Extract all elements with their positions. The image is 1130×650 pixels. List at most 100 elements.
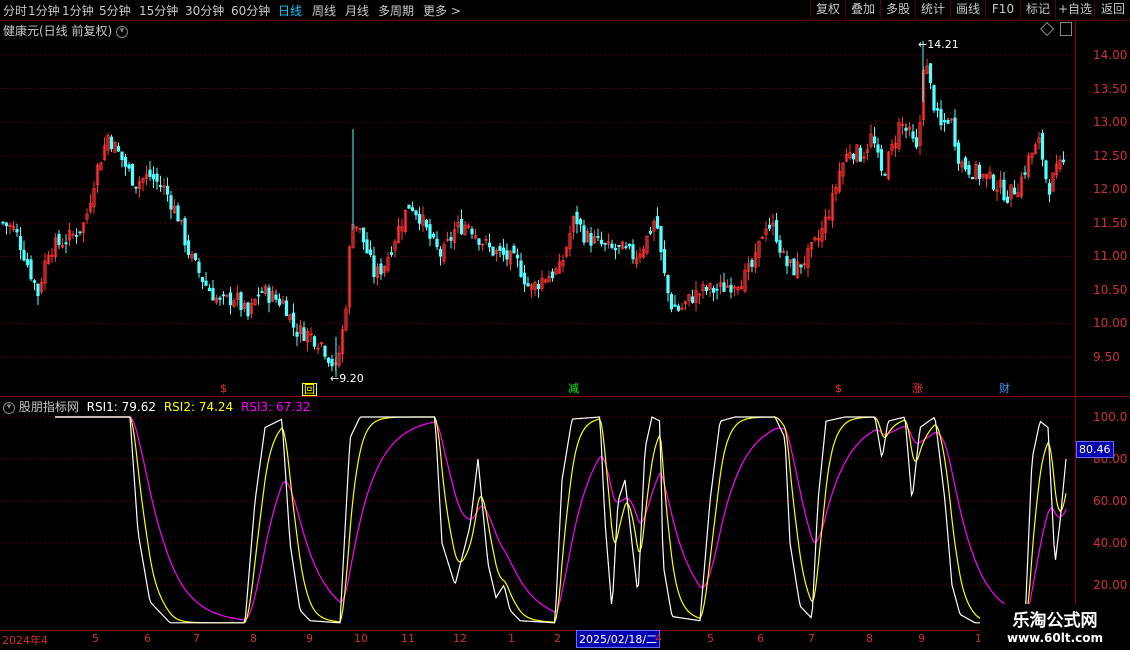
- f10-button[interactable]: F10: [985, 0, 1020, 19]
- candle-body: [603, 242, 607, 245]
- candle-body: [729, 284, 733, 293]
- candle-body: [939, 109, 943, 126]
- candle-body: [575, 211, 579, 225]
- candle-body: [655, 216, 660, 229]
- rsi-chart[interactable]: [0, 397, 1075, 630]
- candle-body: [330, 358, 334, 367]
- candle-body: [221, 294, 226, 297]
- candle-body: [127, 164, 131, 169]
- high-price-annotation: ←14.21: [918, 38, 959, 51]
- candlestick-chart[interactable]: [0, 20, 1075, 396]
- candle-body: [911, 131, 915, 139]
- adjust-button[interactable]: 复权: [810, 0, 845, 19]
- candle-body: [935, 108, 940, 111]
- tab-60min[interactable]: 60分钟: [231, 2, 270, 19]
- candle-body: [977, 164, 982, 180]
- candle-body: [109, 136, 114, 150]
- mark-button[interactable]: 标记: [1020, 0, 1055, 19]
- tab-15min[interactable]: 15分钟: [139, 2, 178, 19]
- candle-body: [438, 248, 443, 257]
- candle-body: [410, 207, 415, 211]
- event-marker-zhang[interactable]: 涨: [911, 382, 924, 395]
- event-marker-dollar[interactable]: $: [834, 382, 843, 395]
- candle-body: [858, 147, 863, 162]
- candle-body: [505, 250, 509, 260]
- tab-monthly[interactable]: 月线: [345, 2, 369, 19]
- candle-body: [277, 298, 282, 306]
- event-marker-jian[interactable]: 减: [567, 382, 580, 395]
- candle-body: [158, 185, 163, 187]
- candle-body: [512, 245, 516, 254]
- candle-body: [183, 218, 187, 246]
- watermark: 乐淘公式网 www.60lt.com: [980, 604, 1130, 650]
- tab-weekly[interactable]: 周线: [312, 2, 336, 19]
- candle-body: [967, 165, 971, 175]
- candle-body: [22, 249, 26, 261]
- tab-daily[interactable]: 日线: [278, 2, 302, 19]
- tab-multi-period[interactable]: 多周期: [378, 2, 414, 19]
- candle-body: [792, 258, 796, 276]
- event-marker-cai[interactable]: 财: [998, 382, 1011, 395]
- date-label: 4: [655, 632, 662, 645]
- candle-body: [165, 185, 170, 195]
- candle-body: [610, 243, 614, 248]
- candle-body: [1002, 179, 1006, 201]
- back-button[interactable]: 返回: [1094, 0, 1130, 19]
- candle-body: [204, 280, 208, 286]
- candle-body: [295, 331, 299, 337]
- tab-1min[interactable]: 1分钟: [28, 2, 60, 19]
- candle-body: [704, 286, 709, 291]
- date-label: 2: [554, 632, 561, 645]
- candle-body: [4, 222, 9, 227]
- price-tick-label: 12.50: [1093, 149, 1128, 163]
- candle-body: [578, 219, 583, 225]
- candle-body: [536, 284, 541, 290]
- draw-button[interactable]: 画线: [950, 0, 985, 19]
- multi-stock-button[interactable]: 多股: [880, 0, 915, 19]
- high-price-label: 14.21: [927, 38, 959, 51]
- candle-body: [459, 219, 464, 235]
- candle-body: [1047, 183, 1052, 195]
- date-label: 6: [757, 632, 764, 645]
- rsi1-line: [55, 416, 1067, 624]
- candle-body: [389, 252, 394, 255]
- candle-body: [130, 163, 135, 186]
- tab-5min[interactable]: 5分钟: [99, 2, 131, 19]
- candle-body: [176, 205, 180, 222]
- date-label: 1: [508, 632, 515, 645]
- stats-button[interactable]: 统计: [915, 0, 950, 19]
- candle-body: [414, 210, 418, 216]
- overlay-button[interactable]: 叠加: [845, 0, 880, 19]
- tab-more[interactable]: 更多 >: [423, 2, 461, 19]
- candle-body: [169, 195, 173, 210]
- date-axis-divider: [0, 630, 1130, 631]
- candle-body: [424, 219, 429, 228]
- date-label: 10: [354, 632, 368, 645]
- candle-body: [963, 157, 968, 170]
- event-marker-hui[interactable]: 回: [302, 383, 317, 396]
- event-marker-dollar[interactable]: $: [219, 382, 228, 395]
- price-tick-label: 10.00: [1093, 316, 1128, 330]
- candle-body: [956, 142, 961, 164]
- candle-body: [676, 305, 681, 311]
- rsi-tick-label: 40.00: [1093, 536, 1128, 550]
- candle-body: [1061, 159, 1066, 163]
- tab-1min-real[interactable]: 1分钟: [62, 2, 94, 19]
- candle-body: [78, 231, 82, 234]
- tab-fenshi[interactable]: 分时: [3, 2, 27, 19]
- candle-body: [722, 282, 726, 292]
- date-label: 11: [401, 632, 415, 645]
- candle-body: [589, 233, 593, 246]
- watermark-url: www.60lt.com: [1006, 631, 1104, 645]
- date-label: 8: [866, 632, 873, 645]
- add-watchlist-button[interactable]: +自选: [1055, 0, 1094, 19]
- candle-body: [932, 85, 936, 111]
- price-tick-label: 14.00: [1093, 48, 1128, 62]
- candle-body: [946, 119, 950, 124]
- candle-body: [659, 226, 663, 253]
- date-label: 5: [92, 632, 99, 645]
- tab-30min[interactable]: 30分钟: [185, 2, 224, 19]
- period-toolbar: 分时 1分钟 1分钟 5分钟 15分钟 30分钟 60分钟 日线 周线 月线 多…: [0, 0, 1130, 21]
- candle-body: [284, 300, 289, 317]
- candle-body: [711, 287, 716, 293]
